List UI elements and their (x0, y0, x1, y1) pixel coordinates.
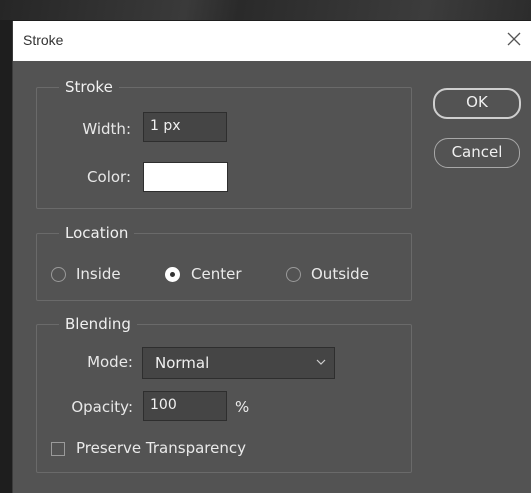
color-label: Color: (87, 168, 131, 186)
preserve-transparency-checkbox[interactable] (51, 442, 65, 456)
preserve-transparency-label[interactable]: Preserve Transparency (76, 439, 246, 457)
mode-value: Normal (155, 354, 210, 372)
close-icon[interactable] (503, 28, 525, 50)
ok-button[interactable]: OK (433, 88, 521, 119)
title-bar: Stroke (13, 21, 531, 61)
stroke-legend: Stroke (59, 78, 119, 96)
color-swatch[interactable] (143, 162, 228, 192)
radio-center-label[interactable]: Center (191, 265, 242, 283)
opacity-unit: % (235, 398, 250, 416)
radio-inside[interactable] (51, 267, 66, 282)
mode-select[interactable]: Normal (142, 347, 335, 379)
background-desktop (0, 0, 531, 20)
opacity-input[interactable]: 100 (143, 391, 227, 421)
radio-outside-label[interactable]: Outside (311, 265, 369, 283)
dialog-title: Stroke (23, 32, 64, 48)
chevron-down-icon (316, 359, 326, 365)
radio-outside[interactable] (286, 267, 301, 282)
width-label: Width: (82, 120, 131, 138)
opacity-label: Opacity: (71, 398, 133, 416)
location-legend: Location (59, 224, 135, 242)
cancel-button[interactable]: Cancel (434, 138, 520, 168)
blending-legend: Blending (59, 315, 137, 333)
stroke-dialog: Stroke Stroke Width: 1 px Color: Locatio… (12, 21, 531, 493)
radio-center[interactable] (165, 267, 180, 282)
radio-inside-label[interactable]: Inside (76, 265, 121, 283)
width-input[interactable]: 1 px (143, 112, 227, 142)
mode-label: Mode: (87, 353, 133, 371)
